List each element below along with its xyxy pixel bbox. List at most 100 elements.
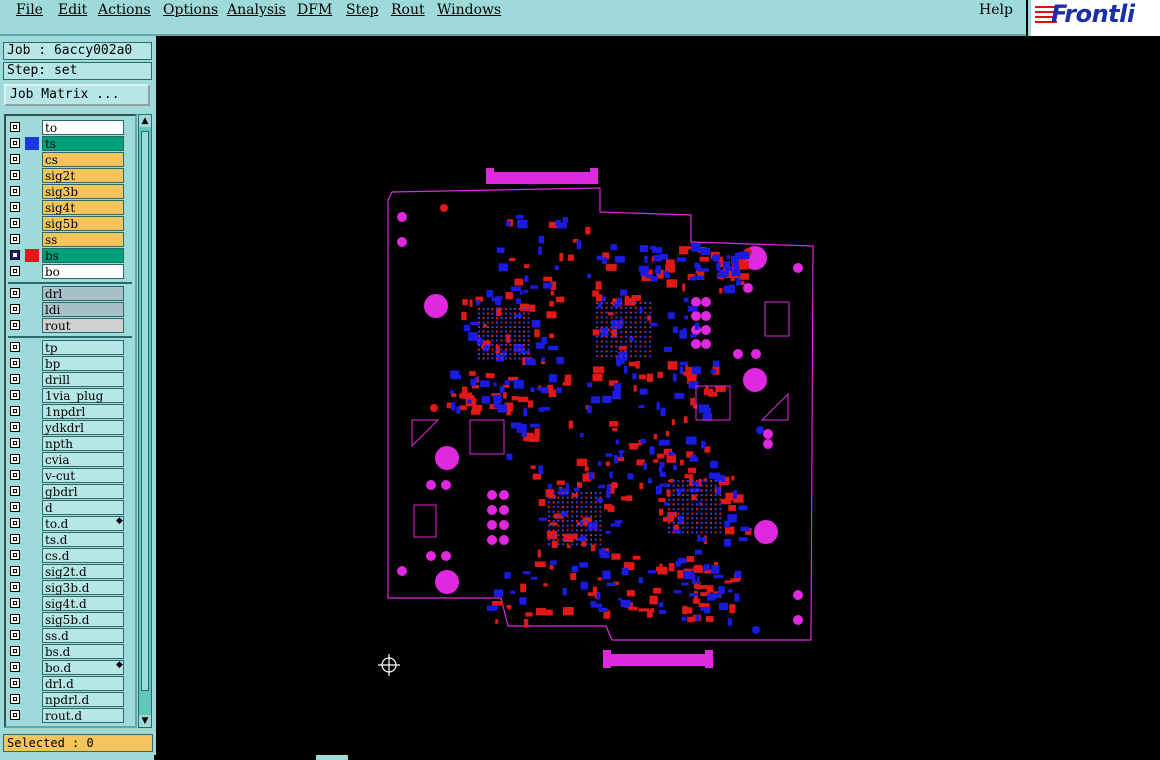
job-matrix-button[interactable]: Job Matrix ... xyxy=(4,84,150,106)
layer-checkbox[interactable] xyxy=(10,630,20,640)
layer-checkbox[interactable] xyxy=(10,218,20,228)
layer-checkbox[interactable] xyxy=(10,266,20,276)
menu-help[interactable]: Help xyxy=(979,2,1013,18)
layer-checkbox[interactable] xyxy=(10,646,20,656)
layer-checkbox[interactable] xyxy=(10,454,20,464)
layer-name[interactable]: sig5b xyxy=(42,216,124,231)
layer-name[interactable]: drl.d xyxy=(42,676,124,691)
layer-name[interactable]: 1via_plug xyxy=(42,388,124,403)
layer-name[interactable]: to.d xyxy=(42,516,124,531)
layer-checkbox[interactable] xyxy=(10,518,20,528)
layer-name[interactable]: sig2t.d xyxy=(42,564,124,579)
pad xyxy=(649,595,658,605)
layer-name[interactable]: drl xyxy=(42,286,124,301)
layer-checkbox[interactable] xyxy=(10,550,20,560)
menu-file[interactable]: File xyxy=(16,2,43,18)
layer-checkbox[interactable] xyxy=(10,234,20,244)
menu-options[interactable]: Options xyxy=(163,2,218,18)
layer-name[interactable]: ydkdrl xyxy=(42,420,124,435)
layer-checkbox[interactable] xyxy=(10,534,20,544)
layer-color-swatch[interactable] xyxy=(25,137,39,150)
layer-name[interactable]: ts xyxy=(42,136,124,151)
layer-checkbox[interactable] xyxy=(10,170,20,180)
layer-checkbox[interactable] xyxy=(10,438,20,448)
layer-checkbox[interactable] xyxy=(10,598,20,608)
layer-name[interactable]: bs.d xyxy=(42,644,124,659)
layer-name[interactable]: sig5b.d xyxy=(42,612,124,627)
layer-name[interactable]: tp xyxy=(42,340,124,355)
layer-checkbox[interactable] xyxy=(10,374,20,384)
layer-name[interactable]: cvia xyxy=(42,452,124,467)
pcb-view[interactable] xyxy=(156,40,1160,755)
layer-name[interactable]: sig3b.d xyxy=(42,580,124,595)
menu-windows[interactable]: Windows xyxy=(437,2,501,18)
layer-name[interactable]: ldi xyxy=(42,302,124,317)
layer-name[interactable]: ss.d xyxy=(42,628,124,643)
layer-checkbox[interactable] xyxy=(10,304,20,314)
layer-name[interactable]: sig3b xyxy=(42,184,124,199)
layer-name[interactable]: bs xyxy=(42,248,124,263)
layer-checkbox[interactable] xyxy=(10,694,20,704)
layer-checkbox[interactable] xyxy=(10,122,20,132)
layer-checkbox[interactable] xyxy=(10,406,20,416)
graphic-canvas[interactable] xyxy=(156,40,1160,755)
layer-checkbox[interactable] xyxy=(10,614,20,624)
bga-ball xyxy=(557,529,560,532)
layer-name[interactable]: gbdrl xyxy=(42,484,124,499)
layer-name[interactable]: d xyxy=(42,500,124,515)
layer-checkbox[interactable] xyxy=(10,154,20,164)
menu-edit[interactable]: Edit xyxy=(58,2,87,18)
scroll-thumb[interactable] xyxy=(141,131,149,691)
layer-name[interactable]: ts.d xyxy=(42,532,124,547)
pad xyxy=(650,322,658,327)
layer-checkbox[interactable] xyxy=(10,502,20,512)
layer-name[interactable]: npth xyxy=(42,436,124,451)
layer-name[interactable]: v-cut xyxy=(42,468,124,483)
bga-ball xyxy=(594,529,597,532)
menu-analysis[interactable]: Analysis xyxy=(227,2,286,18)
layer-name[interactable]: bp xyxy=(42,356,124,371)
menu-rout[interactable]: Rout xyxy=(391,2,425,18)
layer-name[interactable]: cs xyxy=(42,152,124,167)
layer-name[interactable]: bo xyxy=(42,264,124,279)
layer-checkbox[interactable] xyxy=(10,186,20,196)
layer-checkbox[interactable] xyxy=(10,662,20,672)
menu-actions[interactable]: Actions xyxy=(98,2,151,18)
layer-name[interactable]: cs.d xyxy=(42,548,124,563)
layer-name[interactable]: sig4t.d xyxy=(42,596,124,611)
layer-checkbox[interactable] xyxy=(10,138,20,148)
layer-name[interactable]: rout.d xyxy=(42,708,124,723)
layer-list-scrollbar[interactable]: ▲ ▼ xyxy=(138,114,152,728)
layer-checkbox[interactable] xyxy=(10,320,20,330)
scroll-down-icon[interactable]: ▼ xyxy=(139,715,151,727)
layer-checkbox[interactable] xyxy=(10,486,20,496)
layer-name[interactable]: sig2t xyxy=(42,168,124,183)
layer-name[interactable]: 1npdrl xyxy=(42,404,124,419)
layer-name[interactable]: npdrl.d xyxy=(42,692,124,707)
layer-name[interactable]: to xyxy=(42,120,124,135)
layer-list[interactable]: to ts cs sig2t sig3b sig4t sig5b ss bs bo drl ldi ro… xyxy=(4,114,137,728)
layer-checkbox[interactable] xyxy=(10,470,20,480)
layer-name[interactable]: ss xyxy=(42,232,124,247)
layer-checkbox[interactable] xyxy=(10,202,20,212)
layer-checkbox[interactable] xyxy=(10,678,20,688)
menu-dfm[interactable]: DFM xyxy=(297,2,332,18)
menu-step[interactable]: Step xyxy=(346,2,378,18)
layer-checkbox[interactable] xyxy=(10,358,20,368)
bga-ball xyxy=(682,512,684,515)
layer-name[interactable]: bo.d xyxy=(42,660,124,675)
bga-ball xyxy=(649,321,652,324)
layer-checkbox[interactable] xyxy=(10,582,20,592)
layer-checkbox[interactable] xyxy=(10,342,20,352)
layer-name[interactable]: rout xyxy=(42,318,124,333)
layer-checkbox[interactable] xyxy=(10,250,20,260)
layer-name[interactable]: sig4t xyxy=(42,200,124,215)
layer-color-swatch[interactable] xyxy=(25,249,39,262)
scroll-up-icon[interactable]: ▲ xyxy=(139,115,151,127)
layer-checkbox[interactable] xyxy=(10,710,20,720)
layer-checkbox[interactable] xyxy=(10,422,20,432)
layer-checkbox[interactable] xyxy=(10,288,20,298)
layer-checkbox[interactable] xyxy=(10,566,20,576)
layer-name[interactable]: drill xyxy=(42,372,124,387)
layer-checkbox[interactable] xyxy=(10,390,20,400)
